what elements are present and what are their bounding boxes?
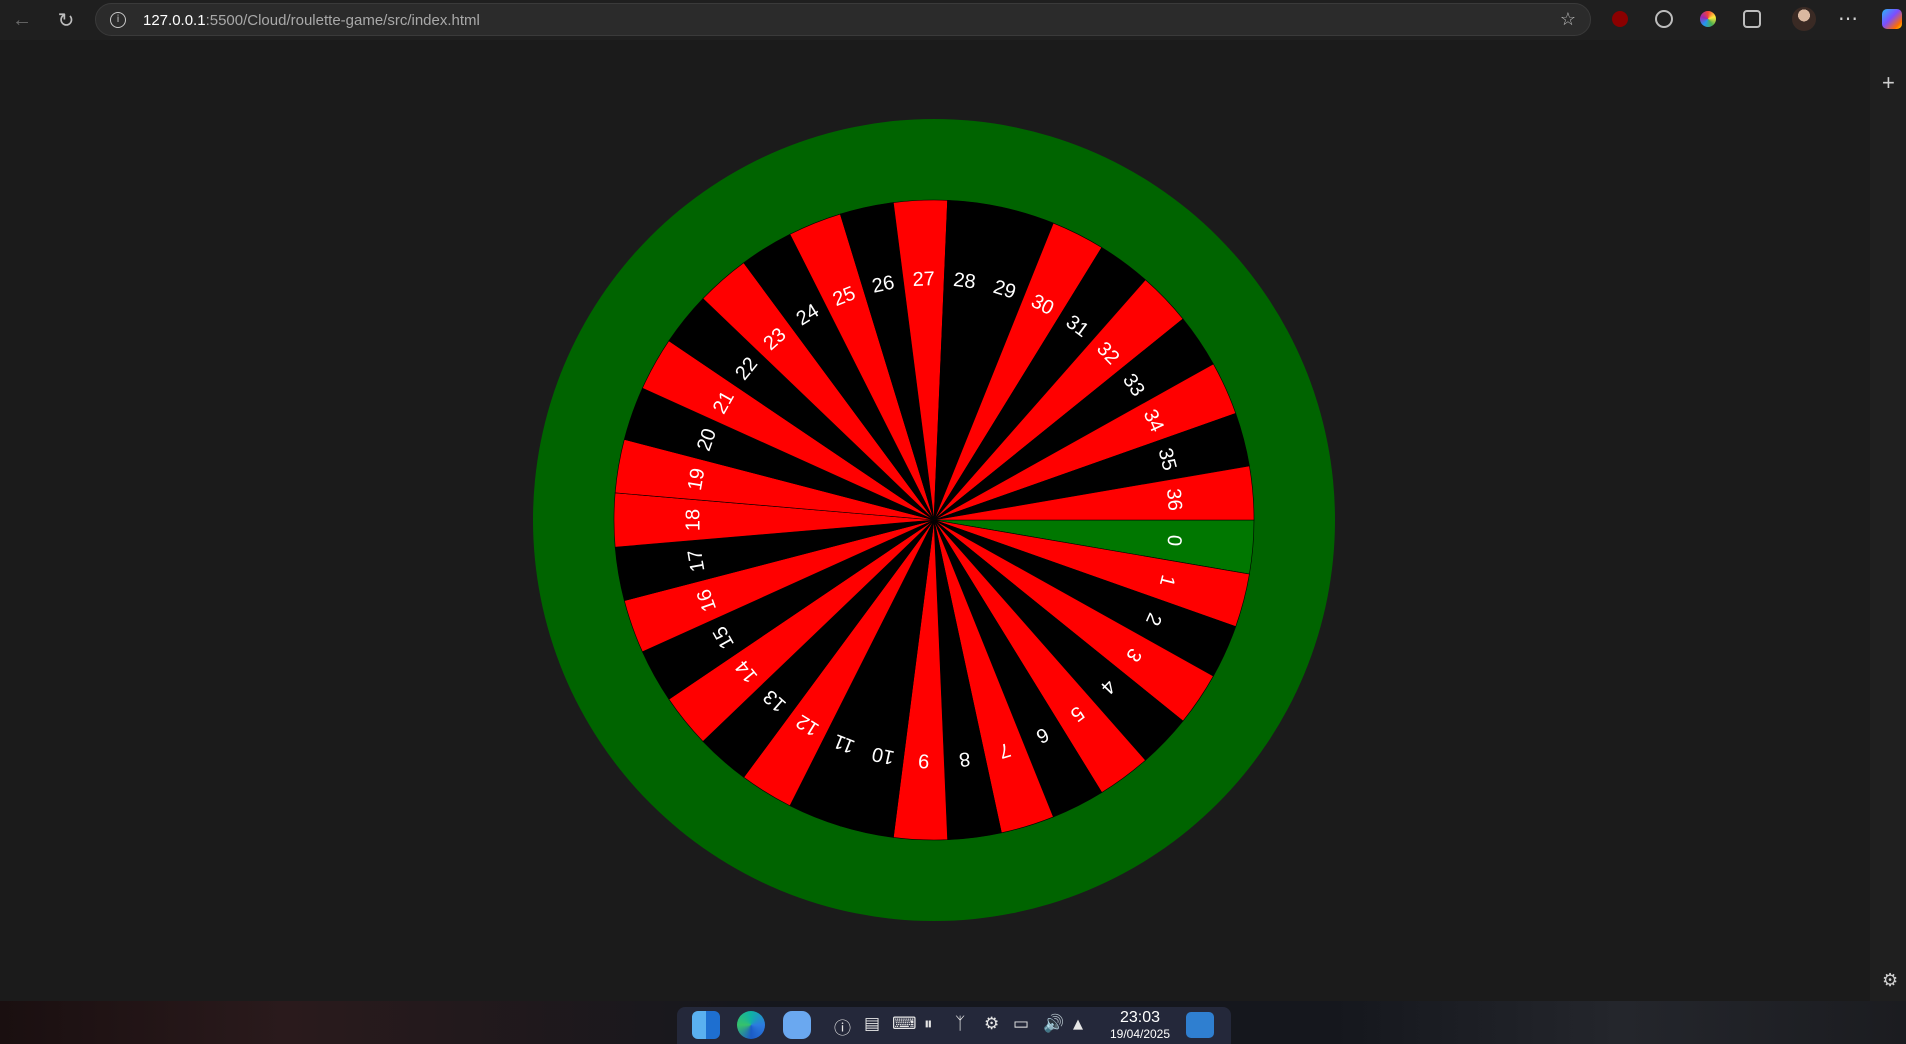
url-host: 127.0.0.1	[143, 12, 206, 29]
finder-icon[interactable]	[692, 1011, 720, 1039]
clipboard-icon[interactable]: ▤	[864, 1014, 880, 1034]
chevron-up-icon[interactable]: ▲	[1073, 1017, 1083, 1032]
pocket-label-10: 10	[870, 742, 896, 768]
puzzle-icon[interactable]	[1743, 10, 1761, 28]
url-path: :5500/Cloud/roulette-game/src/index.html	[205, 12, 480, 29]
clock-time: 23:03	[1119, 1009, 1161, 1026]
pocket-label-0: 0	[1162, 534, 1185, 547]
ublock-icon[interactable]	[1612, 11, 1628, 27]
pocket-label-18: 18	[682, 509, 704, 531]
pocket-label-17: 17	[684, 548, 709, 574]
pocket-label-36: 36	[1162, 488, 1186, 512]
site-info-icon[interactable]: i	[110, 12, 126, 28]
browser-toolbar: ← ↻ i 127.0.0.1:5500/Cloud/roulette-game…	[0, 0, 1906, 40]
volume-icon[interactable]: 🔊	[1043, 1014, 1064, 1034]
copilot-icon[interactable]	[1882, 9, 1902, 29]
clock-date: 19/04/2025	[1109, 1027, 1171, 1041]
gear-icon[interactable]: ⚙	[1882, 970, 1898, 991]
color-picker-icon[interactable]	[1700, 11, 1716, 27]
pocket-label-19: 19	[684, 466, 709, 492]
extension-icon[interactable]	[1655, 10, 1673, 28]
more-dots-icon[interactable]: ⋯	[1838, 6, 1859, 31]
url-text[interactable]: 127.0.0.1:5500/Cloud/roulette-game/src/i…	[143, 12, 480, 29]
keyboard-icon[interactable]: ⌨	[892, 1014, 917, 1034]
pocket-label-9: 9	[918, 749, 930, 771]
bluetooth-icon[interactable]: ᛉ	[955, 1014, 965, 1034]
plus-icon[interactable]: +	[1882, 70, 1895, 96]
roulette-wheel[interactable]: 0123456789101112131415161718192021222324…	[532, 118, 1336, 922]
browser-sidebar	[1870, 40, 1906, 1001]
pocket-label-26: 26	[870, 272, 896, 298]
notification-icon[interactable]	[1186, 1012, 1214, 1038]
star-icon[interactable]: ☆	[1560, 9, 1576, 30]
back-arrow-icon[interactable]: ←	[8, 6, 36, 34]
address-bar[interactable]: i 127.0.0.1:5500/Cloud/roulette-game/src…	[95, 3, 1591, 36]
files-icon[interactable]	[783, 1011, 811, 1039]
pause-icon[interactable]: ⏸	[924, 1014, 933, 1034]
profile-avatar[interactable]	[1792, 7, 1816, 31]
edge-icon[interactable]	[737, 1011, 765, 1039]
pocket-label-27: 27	[912, 268, 935, 291]
security-icon[interactable]: ⓘ	[834, 1014, 851, 1039]
pocket-label-28: 28	[952, 269, 977, 294]
settings-icon[interactable]: ⚙	[984, 1014, 999, 1034]
taskbar-clock[interactable]: 23:03 19/04/2025	[1100, 1009, 1180, 1041]
reload-icon[interactable]: ↻	[52, 6, 80, 34]
display-icon[interactable]: ▭	[1013, 1014, 1029, 1034]
